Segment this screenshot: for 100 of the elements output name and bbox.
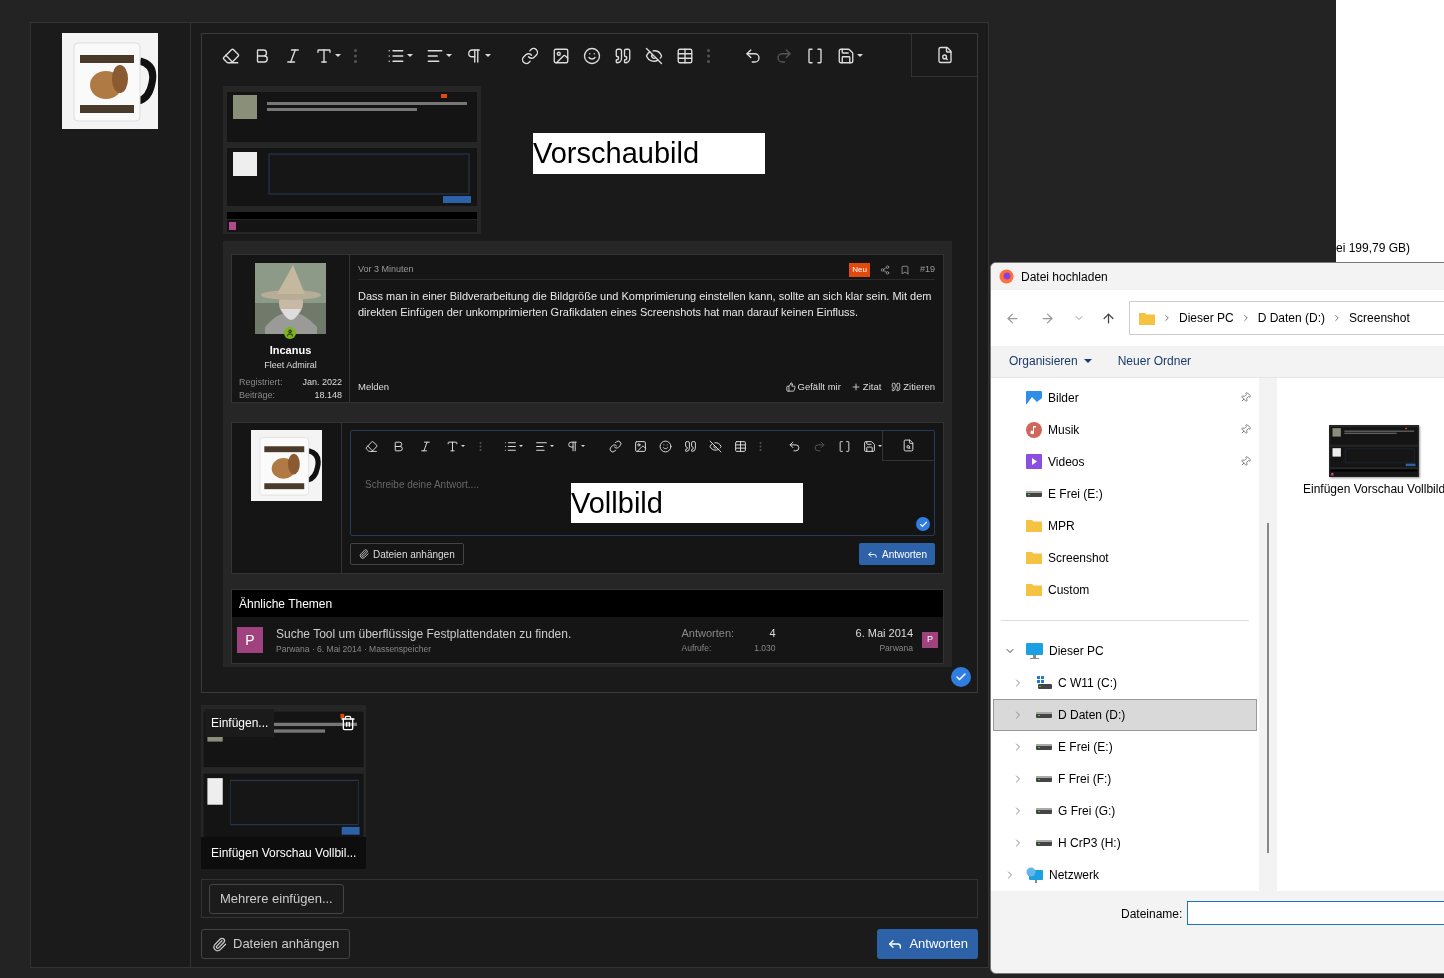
nav-item[interactable]: Screenshot bbox=[991, 541, 1259, 574]
window-title: Datei hochladen bbox=[1021, 268, 1108, 286]
smile-button[interactable] bbox=[583, 46, 601, 65]
link-icon bbox=[521, 46, 539, 65]
bookmark-icon[interactable] bbox=[899, 265, 910, 275]
post-action-link[interactable]: Gefällt mir bbox=[785, 379, 841, 394]
pilcrow-button[interactable] bbox=[566, 439, 585, 453]
pilcrow-button[interactable] bbox=[465, 46, 491, 65]
file-item[interactable]: Einfügen Vorschau Vollbild bbox=[1301, 424, 1444, 497]
eraser-button[interactable] bbox=[365, 439, 378, 453]
nav-item[interactable]: Videos bbox=[991, 445, 1259, 478]
save-icon bbox=[863, 439, 876, 453]
nav-item[interactable]: Custom bbox=[991, 573, 1259, 606]
reply-button[interactable]: Antworten bbox=[877, 929, 978, 959]
nav-tree-item[interactable]: C W11 (C:) bbox=[993, 666, 1257, 699]
annotation-label: Vollbild bbox=[571, 483, 803, 523]
drive-icon bbox=[1036, 711, 1052, 718]
undo-button[interactable] bbox=[788, 439, 801, 453]
forward-icon[interactable] bbox=[1040, 310, 1055, 326]
nav-item[interactable]: MPR bbox=[991, 509, 1259, 542]
eraser-button[interactable] bbox=[222, 46, 240, 65]
eye-off-button[interactable] bbox=[709, 439, 722, 453]
undo-icon bbox=[744, 46, 762, 65]
save-icon bbox=[837, 46, 855, 65]
smile-button[interactable] bbox=[659, 439, 672, 453]
nav-tree-item[interactable]: Dieser PC bbox=[993, 634, 1257, 667]
save-button[interactable] bbox=[863, 439, 882, 453]
toolbar-button[interactable]: Organisieren bbox=[1009, 352, 1092, 371]
caret-icon bbox=[461, 445, 465, 447]
stat-value: Jan. 2022 bbox=[302, 376, 342, 389]
quote-button[interactable] bbox=[684, 439, 697, 453]
list-button[interactable] bbox=[504, 439, 523, 453]
save-button[interactable] bbox=[837, 46, 863, 65]
report-link[interactable]: Melden bbox=[358, 379, 390, 394]
nav-tree-item[interactable]: H CrP3 (H:) bbox=[993, 826, 1257, 859]
scrollbar[interactable] bbox=[1267, 522, 1269, 853]
italic-button[interactable] bbox=[419, 439, 432, 453]
link-button[interactable] bbox=[521, 46, 539, 65]
attachment-thumbnail[interactable]: Einfügen... Einfügen Vorschau Vollbil... bbox=[201, 705, 366, 869]
paperclip-icon bbox=[359, 549, 369, 559]
nav-tree-item[interactable]: Netzwerk bbox=[993, 858, 1257, 891]
image-button[interactable] bbox=[552, 46, 570, 65]
brackets-button[interactable] bbox=[838, 439, 851, 453]
post-action-link[interactable]: Zitat bbox=[850, 379, 882, 394]
toolbar-button[interactable]: Neuer Ordner bbox=[1117, 352, 1192, 371]
nav-item[interactable]: E Frei (E:) bbox=[991, 477, 1259, 510]
nav-tree-item[interactable]: D Daten (D:) bbox=[993, 698, 1257, 731]
thread-row[interactable]: P Suche Tool um überflüssige Festplattendaten zu finden. Parwana · 6. Mai 2014 · Massenspeicher Antworten: 4 Aufrufe: 1.030 6. Mai 2014 Parwana P bbox=[232, 617, 943, 663]
caret-icon bbox=[581, 445, 585, 447]
preview-button[interactable] bbox=[935, 46, 954, 64]
drive-icon bbox=[1036, 807, 1052, 814]
text-size-button[interactable] bbox=[315, 46, 341, 65]
last-poster[interactable]: Parwana bbox=[879, 641, 913, 655]
post-action-link[interactable]: Zitieren bbox=[891, 379, 935, 394]
link-button[interactable] bbox=[609, 439, 622, 453]
quote-button[interactable] bbox=[614, 46, 632, 65]
table-icon bbox=[734, 439, 747, 453]
nav-tree-item[interactable]: E Frei (E:) bbox=[993, 730, 1257, 763]
table-button[interactable] bbox=[676, 46, 694, 65]
brackets-icon bbox=[838, 439, 851, 453]
italic-button[interactable] bbox=[284, 46, 302, 65]
text-size-button[interactable] bbox=[446, 439, 465, 453]
up-icon[interactable] bbox=[1101, 310, 1116, 326]
eye-off-button[interactable] bbox=[645, 46, 663, 65]
editor[interactable] bbox=[201, 33, 978, 693]
section-header: Ähnliche Themen bbox=[232, 590, 943, 617]
bold-button[interactable] bbox=[392, 439, 405, 453]
breadcrumb-item[interactable]: D Daten (D:) bbox=[1257, 309, 1326, 328]
table-button[interactable] bbox=[734, 439, 747, 453]
nav-tree-item[interactable]: F Frei (F:) bbox=[993, 762, 1257, 795]
address-bar[interactable]: Dieser PC D Daten (D:) Screenshot bbox=[1129, 301, 1444, 336]
back-icon[interactable] bbox=[1005, 310, 1020, 326]
nav-item[interactable]: Musik bbox=[991, 413, 1259, 446]
brackets-button[interactable] bbox=[806, 46, 824, 65]
filename-input[interactable] bbox=[1187, 900, 1444, 925]
undo-button[interactable] bbox=[744, 46, 762, 65]
post-number[interactable]: #19 bbox=[919, 263, 935, 277]
nav-tree-item[interactable]: G Frei (G:) bbox=[993, 794, 1257, 827]
insert-multiple-button[interactable]: Mehrere einfügen... bbox=[209, 883, 344, 914]
attach-files-button[interactable]: Dateien anhängen bbox=[201, 929, 351, 959]
stat-label: Registriert: bbox=[239, 376, 283, 389]
drive-icon bbox=[1036, 839, 1052, 846]
folder-icon bbox=[1026, 551, 1042, 565]
image-button[interactable] bbox=[634, 439, 647, 453]
insert-button[interactable]: Einfügen... bbox=[205, 709, 275, 737]
drive-icon bbox=[1036, 675, 1052, 690]
reply-input[interactable]: Schreibe deine Antwort.... bbox=[365, 477, 565, 492]
nav-item[interactable]: Bilder bbox=[991, 381, 1259, 414]
preview-button[interactable] bbox=[902, 439, 915, 452]
attach-files-button[interactable]: Dateien anhängen bbox=[350, 543, 464, 565]
thread-title[interactable]: Suche Tool um überflüssige Festplattendaten zu finden. bbox=[276, 624, 656, 643]
share-icon[interactable] bbox=[879, 265, 890, 275]
align-button[interactable] bbox=[535, 439, 554, 453]
breadcrumb-item[interactable]: Dieser PC bbox=[1179, 309, 1234, 328]
breadcrumb-item[interactable]: Screenshot bbox=[1349, 309, 1410, 328]
delete-icon[interactable] bbox=[340, 715, 356, 731]
attachment-caption: Einfügen Vorschau Vollbil... bbox=[201, 837, 366, 869]
smile-icon bbox=[583, 46, 601, 65]
reply-button[interactable]: Antworten bbox=[858, 543, 935, 565]
author-name[interactable]: Incanus bbox=[269, 342, 312, 359]
